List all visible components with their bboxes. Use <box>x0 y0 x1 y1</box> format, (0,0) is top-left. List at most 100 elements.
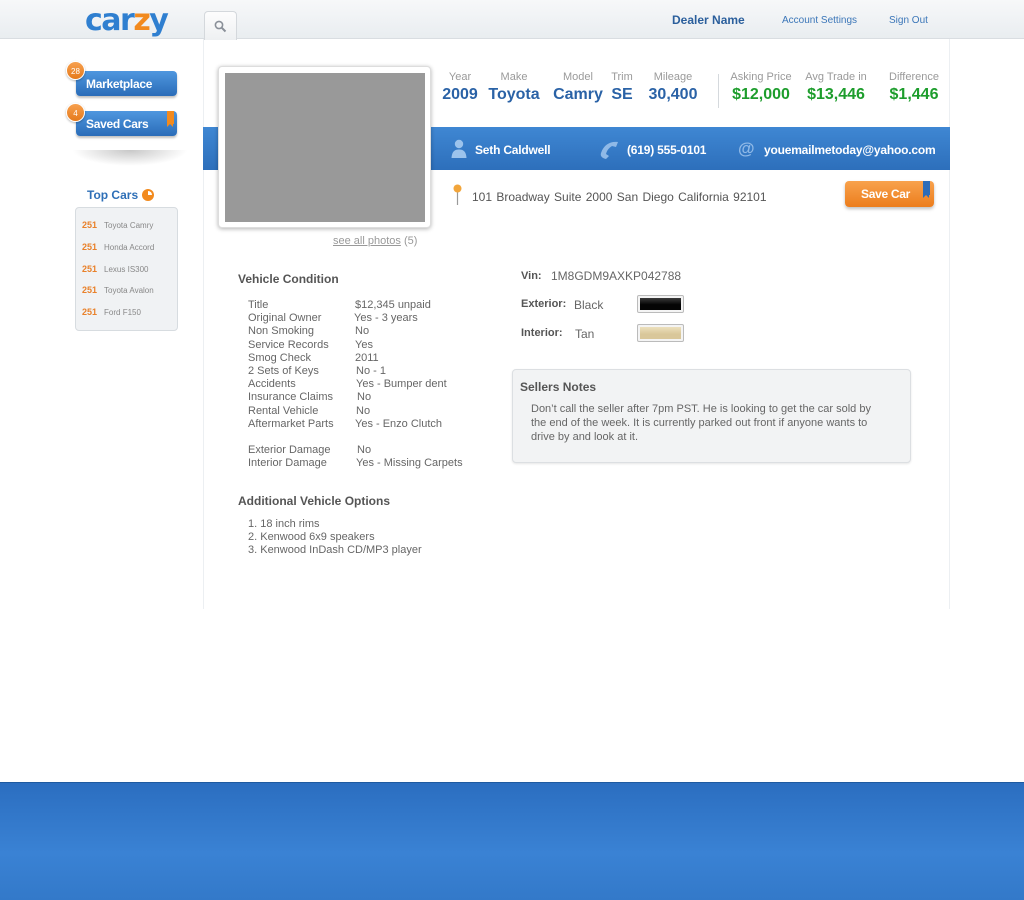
avg-trade-in-value: $13,446 <box>807 86 865 103</box>
sellers-notes-box: Sellers Notes Don’t call the seller afte… <box>512 369 911 463</box>
vehicle-condition-title: Vehicle Condition <box>238 272 339 286</box>
bookmark-icon <box>167 111 174 127</box>
footer <box>0 782 1024 900</box>
condition-label: Title <box>248 299 269 311</box>
top-cars-list: 251 Toyota Camry 251 Honda Accord 251 Lexus… <box>75 207 178 331</box>
condition-value: 2011 <box>355 352 379 364</box>
sellers-notes-title: Sellers Notes <box>520 380 597 394</box>
spec-mileage-value: 30,400 <box>648 86 698 103</box>
seller-email[interactable]: youemailmetoday@yahoo.com <box>764 143 936 157</box>
interior-color-swatch <box>637 324 684 342</box>
saved-cars-count-badge: 4 <box>66 103 85 122</box>
see-all-photos[interactable]: see all photos (5) <box>333 235 417 247</box>
condition-value: Yes - Missing Carpets <box>356 457 463 469</box>
difference-value: $1,446 <box>889 86 939 103</box>
spec-divider <box>718 74 719 108</box>
condition-value: $12,345 unpaid <box>355 299 431 311</box>
option-item: 2. Kenwood 6x9 speakers <box>248 531 375 543</box>
vin-value: 1M8GDM9AXKP042788 <box>551 269 682 283</box>
vin-label: Vin: <box>521 270 542 282</box>
asking-price-value: $12,000 <box>732 86 790 103</box>
save-car-label: Save Car <box>861 187 910 201</box>
sellers-notes-text: Don’t call the seller after 7pm PST. He … <box>531 403 871 443</box>
condition-value: Yes - Enzo Clutch <box>355 418 443 430</box>
condition-label: Non Smoking <box>248 325 315 337</box>
seller-address: 101 Broadway Suite 2000 San Diego Califo… <box>472 190 767 204</box>
top-car-count: 251 <box>82 242 98 252</box>
condition-value: Yes - 3 years <box>354 312 418 324</box>
top-car-count: 251 <box>82 264 98 274</box>
condition-value: No <box>355 325 370 337</box>
location-pin-icon <box>453 184 462 205</box>
phone-icon <box>600 141 618 159</box>
difference-label: Difference <box>889 71 939 83</box>
photo-placeholder <box>225 73 425 222</box>
search-icon <box>214 20 227 33</box>
logo-text: carzy <box>85 3 169 38</box>
dealer-name[interactable]: Dealer Name <box>672 13 745 27</box>
condition-label: Exterior Damage <box>248 444 331 456</box>
see-all-photos-link[interactable]: see all photos <box>333 235 401 247</box>
top-car-name: Honda Accord <box>104 243 155 252</box>
search-tab[interactable] <box>204 11 237 40</box>
spec-trim-value: SE <box>611 86 633 103</box>
bookmark-icon <box>923 181 930 198</box>
condition-label: Rental Vehicle <box>248 405 319 417</box>
top-car-name: Ford F150 <box>104 308 141 317</box>
user-icon <box>451 139 467 158</box>
condition-value: No <box>357 444 372 456</box>
exterior-color-fill <box>640 298 681 310</box>
option-item: 1. 18 inch rims <box>248 518 320 530</box>
seller-phone[interactable]: (619) 555-0101 <box>627 143 706 157</box>
exterior-color-swatch <box>637 295 684 313</box>
seller-name: Seth Caldwell <box>475 143 551 157</box>
account-settings-link[interactable]: Account Settings <box>782 15 857 26</box>
spec-model-value: Camry <box>553 86 603 103</box>
spec-mileage-label: Mileage <box>653 71 693 83</box>
top-car-item[interactable]: 251 Lexus IS300 <box>82 264 149 274</box>
saved-cars-label: Saved Cars <box>86 117 149 131</box>
marketplace-label: Marketplace <box>86 77 153 91</box>
vehicle-photo[interactable] <box>218 66 431 228</box>
top-car-name: Toyota Avalon <box>104 286 154 295</box>
asking-price-label: Asking Price <box>730 71 792 83</box>
spec-trim-label: Trim <box>611 71 633 83</box>
save-car-button[interactable]: Save Car <box>845 181 934 207</box>
top-car-count: 251 <box>82 307 98 317</box>
spec-year-label: Year <box>448 71 472 83</box>
condition-label: Insurance Claims <box>248 391 333 403</box>
condition-value: Yes - Bumper dent <box>356 378 447 390</box>
top-car-item[interactable]: 251 Toyota Avalon <box>82 285 154 295</box>
top-car-name: Lexus IS300 <box>104 265 149 274</box>
spec-model-label: Model <box>563 71 593 83</box>
saved-cars-button[interactable]: Saved Cars <box>76 111 177 136</box>
top-car-count: 251 <box>82 220 98 230</box>
marketplace-count-badge: 28 <box>66 61 85 80</box>
at-icon: @ <box>738 139 755 158</box>
additional-options-title: Additional Vehicle Options <box>238 494 391 508</box>
spec-make-value: Toyota <box>488 86 540 103</box>
pie-chart-icon <box>142 189 154 201</box>
condition-label: Aftermarket Parts <box>248 418 334 430</box>
spec-year-value: 2009 <box>442 86 478 103</box>
top-cars-title: Top Cars <box>87 188 139 202</box>
carzy-logo[interactable]: carzy <box>85 3 169 38</box>
interior-label: Interior: <box>521 327 563 339</box>
interior-value: Tan <box>575 327 595 341</box>
condition-value: No <box>357 391 372 403</box>
marketplace-button[interactable]: Marketplace <box>76 71 177 96</box>
sign-out-link[interactable]: Sign Out <box>889 15 928 26</box>
top-car-item[interactable]: 251 Toyota Camry <box>82 220 153 230</box>
top-car-item[interactable]: 251 Ford F150 <box>82 307 141 317</box>
top-car-item[interactable]: 251 Honda Accord <box>82 242 154 252</box>
condition-label: Smog Check <box>248 352 311 364</box>
condition-label: Interior Damage <box>248 457 327 469</box>
condition-label: 2 Sets of Keys <box>248 365 319 377</box>
option-item: 3. Kenwood InDash CD/MP3 player <box>248 544 422 556</box>
interior-color-fill <box>640 327 681 339</box>
condition-value: No <box>356 405 371 417</box>
photo-count: (5) <box>403 235 418 247</box>
avg-trade-in-label: Avg Trade in <box>805 71 867 83</box>
exterior-value: Black <box>574 298 604 312</box>
spec-make-label: Make <box>500 71 528 83</box>
